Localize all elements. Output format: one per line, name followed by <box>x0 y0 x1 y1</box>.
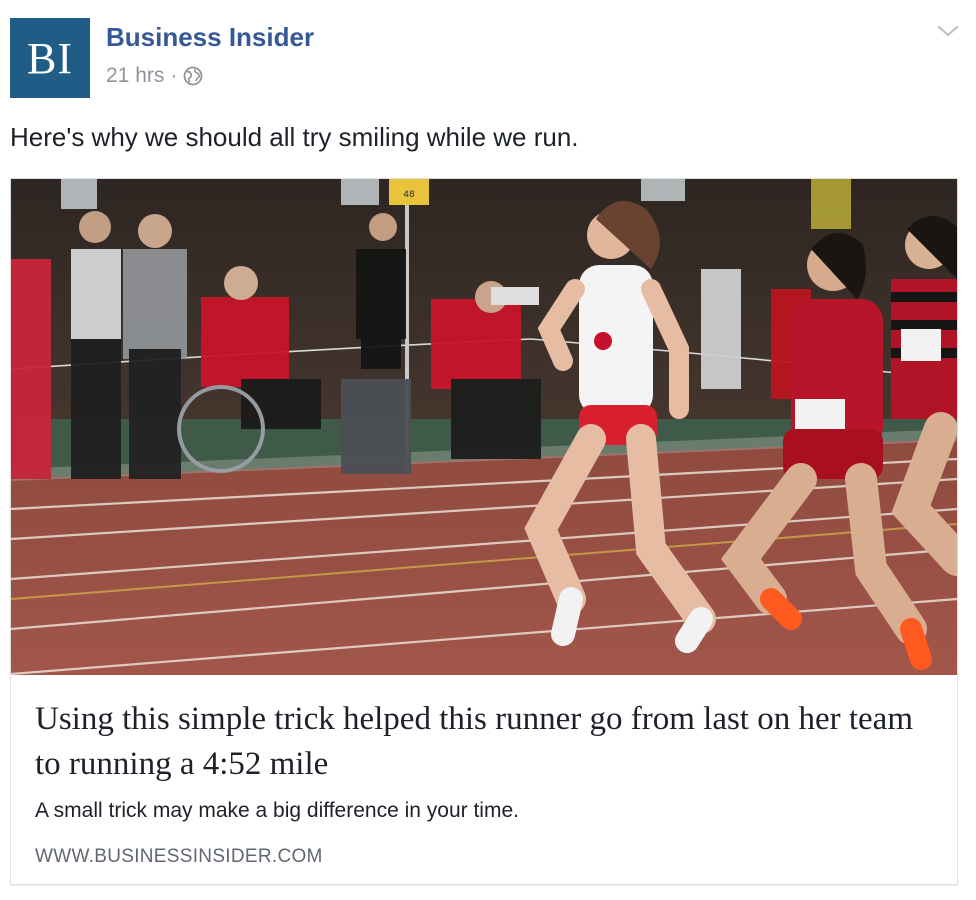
link-preview-card[interactable]: 48 Using this simple trick helped this r… <box>10 178 958 885</box>
chevron-down-icon[interactable] <box>936 22 960 40</box>
post-caption: Here's why we should all try smiling whi… <box>10 122 579 152</box>
link-preview-image[interactable]: 48 <box>11 179 957 675</box>
avatar-logo-text: BI <box>27 33 73 83</box>
page-avatar[interactable]: BI <box>10 18 90 98</box>
post-meta: 21 hrs · <box>106 64 203 88</box>
link-description: A small trick may make a big difference … <box>35 799 519 822</box>
globe-icon[interactable] <box>183 66 203 86</box>
page-name-link[interactable]: Business Insider <box>106 22 314 53</box>
post-timestamp[interactable]: 21 hrs <box>106 64 164 88</box>
meta-separator: · <box>170 64 178 87</box>
scoreboard-sign: 48 <box>403 190 415 200</box>
link-domain: WWW.BUSINESSINSIDER.COM <box>35 846 323 867</box>
facebook-post: BI Business Insider 21 hrs · Here's why … <box>0 0 976 900</box>
link-headline[interactable]: Using this simple trick helped this runn… <box>35 697 935 787</box>
